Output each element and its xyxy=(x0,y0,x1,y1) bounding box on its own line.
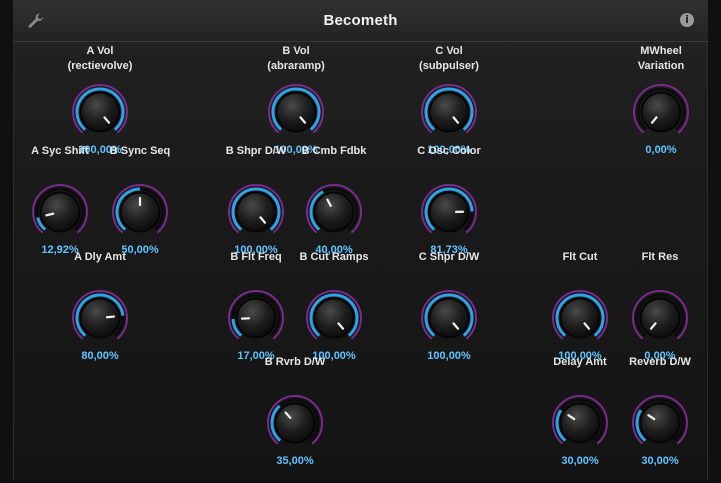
info-icon[interactable]: i xyxy=(680,13,694,27)
knob-label-line2: (subpulser) xyxy=(389,59,509,74)
knob-label: C Vol(subpulser) xyxy=(389,44,509,74)
knob-dial[interactable] xyxy=(419,82,479,142)
knob-label: A Vol(rectievolve) xyxy=(40,44,160,74)
knob-label: MWheelVariation xyxy=(601,44,721,74)
knob-dial[interactable] xyxy=(70,288,130,348)
knob-pointer xyxy=(107,317,114,318)
knob-cap xyxy=(316,300,353,337)
knob-label-line1: C Osc Color xyxy=(389,144,509,159)
knob-cap xyxy=(431,300,468,337)
knob-cap xyxy=(562,300,599,337)
knob-label-line1: A Vol xyxy=(40,44,160,59)
knob-dial[interactable] xyxy=(30,182,90,242)
knob-cap xyxy=(431,94,468,131)
knob-dial[interactable] xyxy=(550,393,610,453)
knob-label-line1: C Shpr D/W xyxy=(389,250,509,265)
knob-dial[interactable] xyxy=(630,288,690,348)
knob-label-line1: B Cut Ramps xyxy=(274,250,394,265)
knob-cap xyxy=(316,194,353,231)
knob-c-shpr-dw[interactable]: C Shpr D/W100,00% xyxy=(409,258,489,378)
knob-dial[interactable] xyxy=(419,288,479,348)
knob-cap xyxy=(238,194,275,231)
knob-dial[interactable] xyxy=(419,182,479,242)
knob-label: Reverb D/W xyxy=(600,355,720,370)
knob-dial[interactable] xyxy=(110,182,170,242)
knob-label-line1: C Vol xyxy=(389,44,509,59)
knob-label: B Cmb Fdbk xyxy=(274,144,394,159)
knob-cap xyxy=(82,300,119,337)
knob-label: A Dly Amt xyxy=(40,250,160,265)
knob-label-line2: (abraramp) xyxy=(236,59,356,74)
knob-dial[interactable] xyxy=(630,393,690,453)
knob-cap xyxy=(642,300,679,337)
knob-cap xyxy=(82,94,119,131)
knob-reverb-dw[interactable]: Reverb D/W30,00% xyxy=(620,363,700,483)
synth-plugin-window: Becometh i A Vol(rectievolve) 100,00% B Vo… xyxy=(0,0,721,481)
knob-value: 0,00% xyxy=(601,144,721,156)
knob-dial[interactable] xyxy=(304,288,364,348)
knob-dial[interactable] xyxy=(265,393,325,453)
knob-b-rvrb-dw[interactable]: B Rvrb D/W35,00% xyxy=(255,363,335,483)
knob-dial[interactable] xyxy=(226,182,286,242)
knob-label-line1: B Cmb Fdbk xyxy=(274,144,394,159)
knob-label: B Vol(abraramp) xyxy=(236,44,356,74)
knob-label-line1: A Dly Amt xyxy=(40,250,160,265)
knob-dial[interactable] xyxy=(226,288,286,348)
knob-label-line1: Flt Res xyxy=(600,250,720,265)
knob-dial[interactable] xyxy=(304,182,364,242)
knob-label: C Shpr D/W xyxy=(389,250,509,265)
knob-value: 35,00% xyxy=(235,455,355,467)
knob-dial[interactable] xyxy=(550,288,610,348)
knob-cap xyxy=(643,94,680,131)
knob-mwheel-variation[interactable]: MWheelVariation0,00% xyxy=(621,52,701,172)
knob-label: Flt Res xyxy=(600,250,720,265)
knob-label-line1: B Vol xyxy=(236,44,356,59)
title-bar: Becometh i xyxy=(13,0,708,42)
knob-value: 100,00% xyxy=(389,350,509,362)
knob-label: B Cut Ramps xyxy=(274,250,394,265)
knob-label-line1: B Sync Seq xyxy=(80,144,200,159)
knob-dial[interactable] xyxy=(631,82,691,142)
knob-label-line2: (rectievolve) xyxy=(40,59,160,74)
knob-a-dly-amt[interactable]: A Dly Amt80,00% xyxy=(60,258,140,378)
knob-cap xyxy=(42,194,79,231)
knob-label: B Sync Seq xyxy=(80,144,200,159)
knob-cap xyxy=(562,405,599,442)
app-title: Becometh xyxy=(13,12,708,29)
knob-label-line1: Reverb D/W xyxy=(600,355,720,370)
knob-value: 80,00% xyxy=(40,350,160,362)
knob-label: C Osc Color xyxy=(389,144,509,159)
knob-cap xyxy=(278,94,315,131)
knob-value: 30,00% xyxy=(600,455,720,467)
knob-label-line2: Variation xyxy=(601,59,721,74)
knob-cap xyxy=(642,405,679,442)
knob-label-line1: B Rvrb D/W xyxy=(235,355,355,370)
knob-dial[interactable] xyxy=(70,82,130,142)
knob-cap xyxy=(277,405,314,442)
knob-label-line1: MWheel xyxy=(601,44,721,59)
knob-label: B Rvrb D/W xyxy=(235,355,355,370)
knob-dial[interactable] xyxy=(266,82,326,142)
